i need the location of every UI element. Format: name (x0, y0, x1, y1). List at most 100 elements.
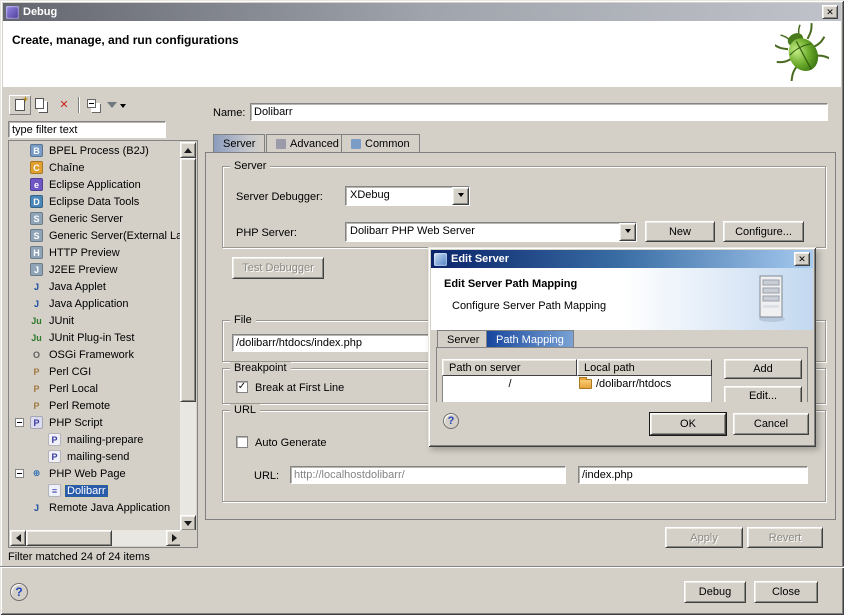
filter-status: Filter matched 24 of 24 items (8, 551, 150, 563)
close-button[interactable]: Close (754, 581, 818, 603)
server-group-label: Server (230, 160, 270, 172)
server-debugger-dropdown-button[interactable] (452, 187, 469, 205)
tree-item-perl-local[interactable]: P Perl Local (10, 380, 182, 397)
tree-item-perl-cgi[interactable]: PPerl CGI (10, 363, 182, 380)
tab-advanced[interactable]: Advanced (266, 134, 349, 153)
cancel-button[interactable]: Cancel (733, 413, 809, 435)
php-server-dropdown-button[interactable] (619, 223, 636, 241)
server-debugger-combo[interactable]: XDebug (345, 186, 470, 206)
tree-item-bpel-process-b2j[interactable]: BBPEL Process (B2J) (10, 142, 182, 159)
base-url-input (290, 466, 566, 484)
tab-common-label: Common (365, 138, 410, 150)
ok-button-label: OK (680, 418, 696, 430)
tab-server[interactable]: Server (213, 134, 265, 153)
window-titlebar[interactable]: Debug ✕ (3, 3, 841, 21)
config-tree[interactable]: BBPEL Process (B2J)CChaîneeEclipse Appli… (10, 142, 182, 531)
tree-item-http-preview[interactable]: HHTTP Preview (10, 244, 182, 261)
tree-item-java-application[interactable]: JJava Application (10, 295, 182, 312)
tree-item-java-applet[interactable]: JJava Applet (10, 278, 182, 295)
perl-local-icon: P (30, 382, 43, 395)
add-mapping-button[interactable]: Add (724, 359, 802, 379)
horizontal-scroll-thumb[interactable] (26, 530, 112, 546)
tree-item-perl-remote[interactable]: P Perl Remote (10, 397, 182, 414)
edit-server-header: Edit Server Path Mapping Configure Serve… (431, 268, 813, 330)
delete-icon: ✕ (59, 100, 68, 111)
tree-item-label: Eclipse Application (47, 179, 143, 191)
close-window-button[interactable]: ✕ (822, 5, 838, 19)
tree-item-junit[interactable]: JuJUnit (10, 312, 182, 329)
tree-item-label: Perl Remote (47, 400, 112, 412)
type-filter-input[interactable] (8, 121, 166, 138)
duplicate-config-button[interactable] (31, 95, 53, 115)
config-toolbar: ✕ (9, 94, 127, 116)
arrow-down-icon (184, 521, 192, 530)
vertical-scroll-thumb[interactable] (180, 158, 196, 402)
tree-item-cha-ne[interactable]: CChaîne (10, 159, 182, 176)
auto-generate-checkbox[interactable] (236, 436, 248, 448)
new-config-button[interactable] (9, 95, 31, 115)
ok-button[interactable]: OK (650, 413, 726, 435)
tree-item-php-script[interactable]: PPHP Script (10, 414, 182, 431)
tree-item-mailing-prepare[interactable]: Pmailing-prepare (10, 431, 182, 448)
configure-server-button[interactable]: Configure... (723, 221, 804, 242)
break-at-first-line-label: Break at First Line (255, 382, 344, 394)
close-button-label: Close (772, 586, 800, 598)
column-header-local-path[interactable]: Local path (577, 359, 712, 376)
tree-item-php-web-page[interactable]: ⊕PHP Web Page (10, 465, 182, 482)
collapse-all-button[interactable] (83, 95, 105, 115)
add-button-label: Add (753, 363, 773, 375)
tab-server-label: Server (447, 334, 479, 346)
tree-item-label: Perl Local (47, 383, 100, 395)
tree-horizontal-scrollbar[interactable] (10, 530, 182, 546)
scroll-down-button[interactable] (180, 515, 196, 531)
url-path-input[interactable] (578, 466, 808, 484)
name-input[interactable] (250, 103, 828, 121)
column-header-path-on-server[interactable]: Path on server (442, 359, 577, 376)
perl-remote-icon: P (30, 399, 43, 412)
tree-item-junit-plug-in-test[interactable]: JuJUnit Plug-in Test (10, 329, 182, 346)
edit-server-close-button[interactable]: ✕ (794, 252, 810, 266)
java-applet-icon: J (30, 280, 43, 293)
edit-server-titlebar[interactable]: Edit Server ✕ (431, 250, 813, 268)
tree-vertical-scrollbar[interactable] (180, 142, 196, 531)
tree-item-label: J2EE Preview (47, 264, 119, 276)
cancel-button-label: Cancel (754, 418, 788, 430)
tree-item-generic-server[interactable]: SGeneric Server (10, 210, 182, 227)
edit-server-tab-server[interactable]: Server (437, 330, 489, 348)
url-label: URL: (254, 470, 279, 482)
collapse-expander-icon[interactable] (15, 418, 24, 427)
php-script-icon: P (30, 416, 43, 429)
php-server-combo[interactable]: Dolibarr PHP Web Server (345, 222, 637, 242)
dialog-help-button[interactable]: ? (443, 413, 459, 429)
chevron-down-icon (458, 193, 464, 200)
filter-menu-button[interactable] (105, 95, 127, 115)
eclipse-data-tools-icon: D (30, 195, 43, 208)
debug-button[interactable]: Debug (684, 581, 746, 603)
tree-item-remote-java-application[interactable]: JRemote Java Application (10, 499, 182, 516)
tree-item-osgi-framework[interactable]: OOSGi Framework (10, 346, 182, 363)
debug-configurations-window: Debug ✕ Create, manage, and run configur… (0, 0, 844, 615)
break-at-first-line-checkbox[interactable]: ✓ (236, 381, 248, 393)
new-server-button[interactable]: New (645, 221, 715, 242)
collapse-expander-icon[interactable] (15, 469, 24, 478)
tree-item-j2ee-preview[interactable]: JJ2EE Preview (10, 261, 182, 278)
tree-item-eclipse-data-tools[interactable]: DEclipse Data Tools (10, 193, 182, 210)
scroll-up-button[interactable] (180, 142, 196, 158)
tab-common[interactable]: Common (341, 134, 420, 153)
folder-icon (579, 379, 592, 389)
tree-item-label: JUnit (47, 315, 76, 327)
tree-item-mailing-send[interactable]: Pmailing-send (10, 448, 182, 465)
delete-config-button[interactable]: ✕ (53, 95, 75, 115)
help-button[interactable]: ? (10, 583, 28, 601)
tree-item-generic-server-external-la[interactable]: SGeneric Server(External La (10, 227, 182, 244)
tree-item-eclipse-application[interactable]: eEclipse Application (10, 176, 182, 193)
duplicate-icon (35, 98, 44, 109)
tree-item-dolibarr[interactable]: ≡Dolibarr (10, 482, 182, 499)
chain-icon: C (30, 161, 43, 174)
scroll-left-button[interactable] (10, 530, 26, 546)
tab-advanced-label: Advanced (290, 138, 339, 150)
edit-server-tab-path-mapping[interactable]: Path Mapping (486, 330, 574, 348)
table-row[interactable]: / /dolibarr/htdocs (443, 376, 711, 392)
tab-server-label: Server (223, 138, 255, 150)
breakpoint-group-label: Breakpoint (230, 362, 291, 374)
